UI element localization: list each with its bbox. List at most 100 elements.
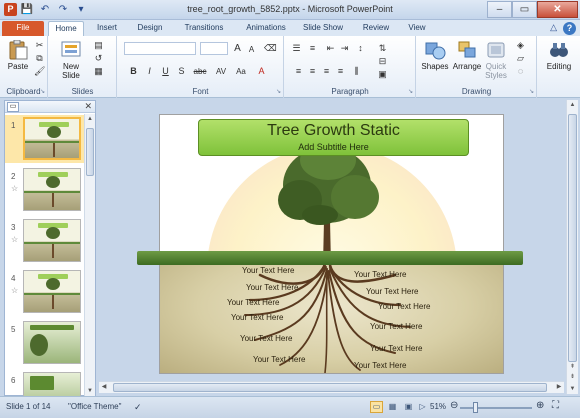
theme-name[interactable]: "Office Theme"	[68, 402, 121, 411]
new-slide-button[interactable]: New Slide	[57, 40, 85, 80]
justify-icon[interactable]: ≡	[335, 66, 346, 77]
scroll-down-icon[interactable]: ▼	[567, 384, 578, 394]
slide-thumbnail-image[interactable]	[23, 321, 81, 364]
tab-slide-show[interactable]: Slide Show	[298, 21, 348, 36]
shrink-font-icon[interactable]: A	[246, 44, 257, 55]
copy-icon[interactable]: ⧉	[34, 53, 45, 64]
title-placeholder[interactable]: Tree Growth Static Add Subtitle Here	[198, 119, 469, 156]
zoom-slider-knob[interactable]	[473, 402, 479, 413]
align-right-icon[interactable]: ≡	[321, 66, 332, 77]
root-label[interactable]: Your Text Here	[354, 270, 406, 279]
root-label[interactable]: Your Text Here	[370, 322, 422, 331]
customize-toolbar-icon[interactable]: ▾	[74, 3, 88, 16]
slide-show-view-button[interactable]: ▷	[416, 401, 429, 413]
root-label[interactable]: Your Text Here	[240, 334, 292, 343]
scroll-left-icon[interactable]: ◀	[99, 382, 109, 393]
root-label[interactable]: Your Text Here	[227, 298, 279, 307]
slide-thumbnail[interactable]: 2 ☆	[5, 166, 85, 214]
root-label[interactable]: Your Text Here	[370, 344, 422, 353]
zoom-level[interactable]: 51%	[430, 402, 446, 411]
slide-thumbnail[interactable]: 6	[5, 370, 85, 396]
slide-thumbnail-image[interactable]	[23, 219, 81, 262]
align-center-icon[interactable]: ≡	[307, 66, 318, 77]
horizontal-scrollbar[interactable]: ◀ ▶	[99, 381, 564, 393]
powerpoint-app-icon[interactable]: P	[4, 3, 17, 16]
cut-icon[interactable]: ✂	[34, 40, 45, 51]
shape-fill-icon[interactable]: ◈	[515, 40, 526, 51]
drawing-launcher-icon[interactable]: ↘	[529, 88, 534, 95]
tab-animations[interactable]: Animations	[238, 21, 294, 36]
slide-subtitle[interactable]: Add Subtitle Here	[199, 142, 468, 152]
fit-to-window-icon[interactable]: ⛶	[552, 400, 559, 411]
zoom-slider-track[interactable]	[460, 407, 532, 409]
root-label[interactable]: Your Text Here	[231, 313, 283, 322]
font-color-button[interactable]: A	[256, 66, 267, 77]
tab-view[interactable]: View	[402, 21, 432, 36]
increase-indent-icon[interactable]: ⇥	[339, 43, 350, 54]
clear-formatting-icon[interactable]: ⌫	[264, 43, 277, 54]
slide-thumbnail-image[interactable]	[23, 270, 81, 313]
slides-tab[interactable]: ▭	[7, 102, 19, 112]
bold-button[interactable]: B	[128, 66, 139, 77]
character-spacing-button[interactable]: AV	[214, 66, 228, 77]
slide-sorter-view-button[interactable]: ▦	[386, 401, 399, 413]
font-launcher-icon[interactable]: ↘	[276, 88, 281, 95]
italic-button[interactable]: I	[144, 66, 155, 77]
tab-file[interactable]: File	[2, 21, 44, 36]
align-text-icon[interactable]: ⊟	[377, 56, 388, 67]
clipboard-launcher-icon[interactable]: ↘	[40, 88, 45, 95]
root-label[interactable]: Your Text Here	[242, 266, 294, 275]
root-label[interactable]: Your Text Here	[253, 355, 305, 364]
underline-button[interactable]: U	[160, 66, 171, 77]
layout-icon[interactable]: ▤	[93, 40, 104, 51]
root-label[interactable]: Your Text Here	[378, 302, 430, 311]
smartart-icon[interactable]: ▣	[377, 69, 388, 80]
zoom-in-icon[interactable]: ⊕	[536, 400, 544, 411]
columns-icon[interactable]: ⫼	[351, 66, 362, 77]
decrease-indent-icon[interactable]: ⇤	[325, 43, 336, 54]
root-label[interactable]: Your Text Here	[246, 283, 298, 292]
scroll-down-icon[interactable]: ▼	[85, 386, 95, 396]
minimize-button[interactable]: –	[487, 1, 512, 18]
vertical-scrollbar[interactable]: ▲ ⇞ ⇟ ▼	[566, 100, 578, 394]
quick-styles-button[interactable]: Quick Styles	[483, 40, 509, 80]
close-pane-icon[interactable]: ✕	[84, 101, 92, 112]
scrollbar-thumb[interactable]	[113, 383, 547, 392]
scroll-up-icon[interactable]: ▲	[85, 114, 95, 124]
slide-thumbnail[interactable]: 5	[5, 319, 85, 367]
tab-transitions[interactable]: Transitions	[176, 21, 232, 36]
change-case-button[interactable]: Aa	[234, 66, 248, 77]
undo-icon[interactable]: ↶	[38, 3, 52, 16]
close-button[interactable]: ✕	[537, 1, 578, 18]
strikethrough-button[interactable]: abc	[192, 66, 208, 77]
font-size-combo[interactable]	[200, 42, 228, 55]
tab-design[interactable]: Design	[130, 21, 170, 36]
normal-view-button[interactable]: ▭	[370, 401, 383, 413]
numbering-icon[interactable]: ≡	[307, 43, 318, 54]
font-family-combo[interactable]	[124, 42, 196, 55]
slide-canvas[interactable]: Tree Growth Static Add Subtitle Here You…	[159, 114, 504, 374]
tab-review[interactable]: Review	[356, 21, 396, 36]
reset-icon[interactable]: ↺	[93, 53, 104, 64]
save-icon[interactable]: 💾	[20, 3, 34, 16]
line-spacing-icon[interactable]: ↕	[355, 43, 366, 54]
root-label[interactable]: Your Text Here	[354, 361, 406, 370]
reading-view-button[interactable]: ▣	[402, 401, 415, 413]
scroll-up-icon[interactable]: ▲	[567, 100, 578, 110]
text-direction-icon[interactable]: ⇅	[377, 43, 388, 54]
slide-thumbnail-image[interactable]	[23, 117, 81, 160]
tab-home[interactable]: Home	[48, 21, 84, 36]
previous-slide-icon[interactable]: ⇞	[567, 362, 578, 372]
root-label[interactable]: Your Text Here	[366, 287, 418, 296]
slide-thumbnail[interactable]: 4 ☆	[5, 268, 85, 316]
shadow-button[interactable]: S	[176, 66, 187, 77]
slide-thumbnail[interactable]: 3 ☆	[5, 217, 85, 265]
minimize-ribbon-icon[interactable]: △	[550, 22, 557, 35]
tab-insert[interactable]: Insert	[88, 21, 126, 36]
redo-icon[interactable]: ↷	[56, 3, 70, 16]
arrange-button[interactable]: Arrange	[451, 40, 483, 71]
format-painter-icon[interactable]: 🖌	[34, 66, 45, 77]
scrollbar-thumb[interactable]	[86, 128, 94, 176]
shape-effects-icon[interactable]: ◌	[515, 66, 526, 77]
slide-thumbnail[interactable]: 1	[5, 115, 85, 163]
